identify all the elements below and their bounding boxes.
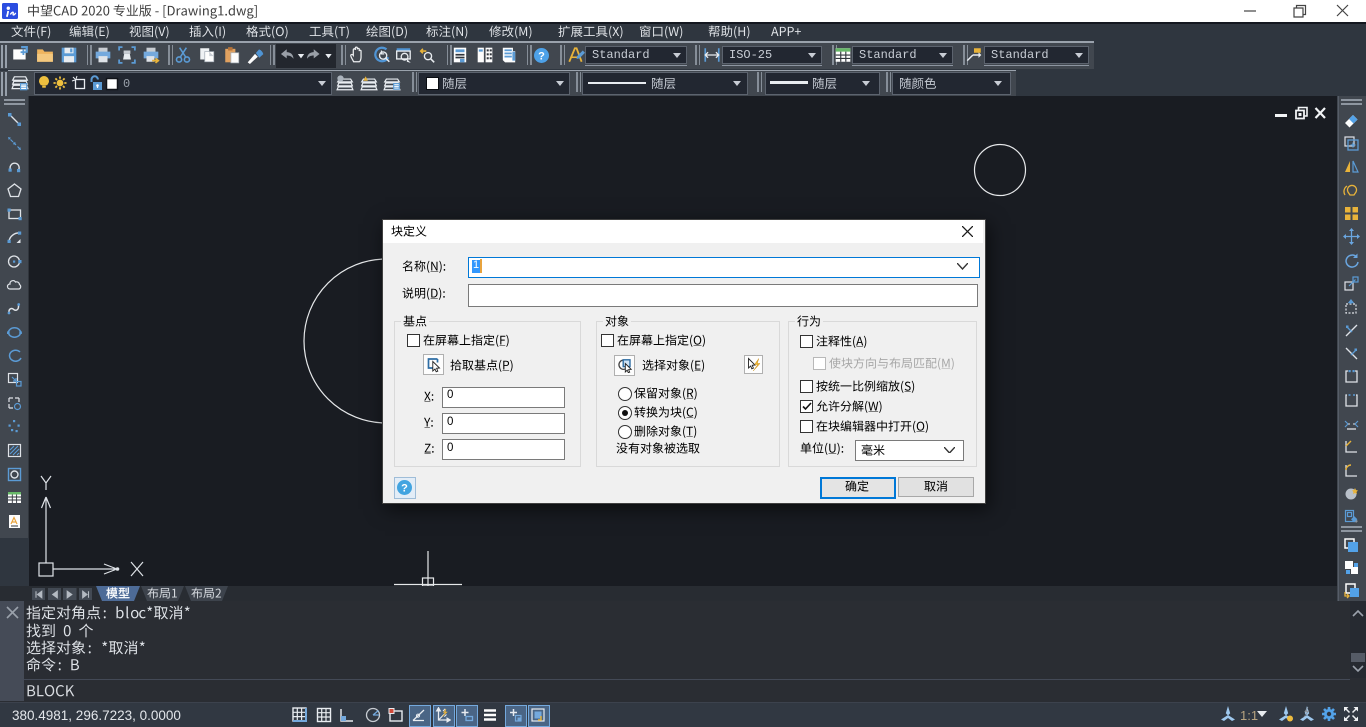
svg-text:?: ? — [538, 50, 545, 62]
svg-text:?: ? — [401, 482, 408, 494]
